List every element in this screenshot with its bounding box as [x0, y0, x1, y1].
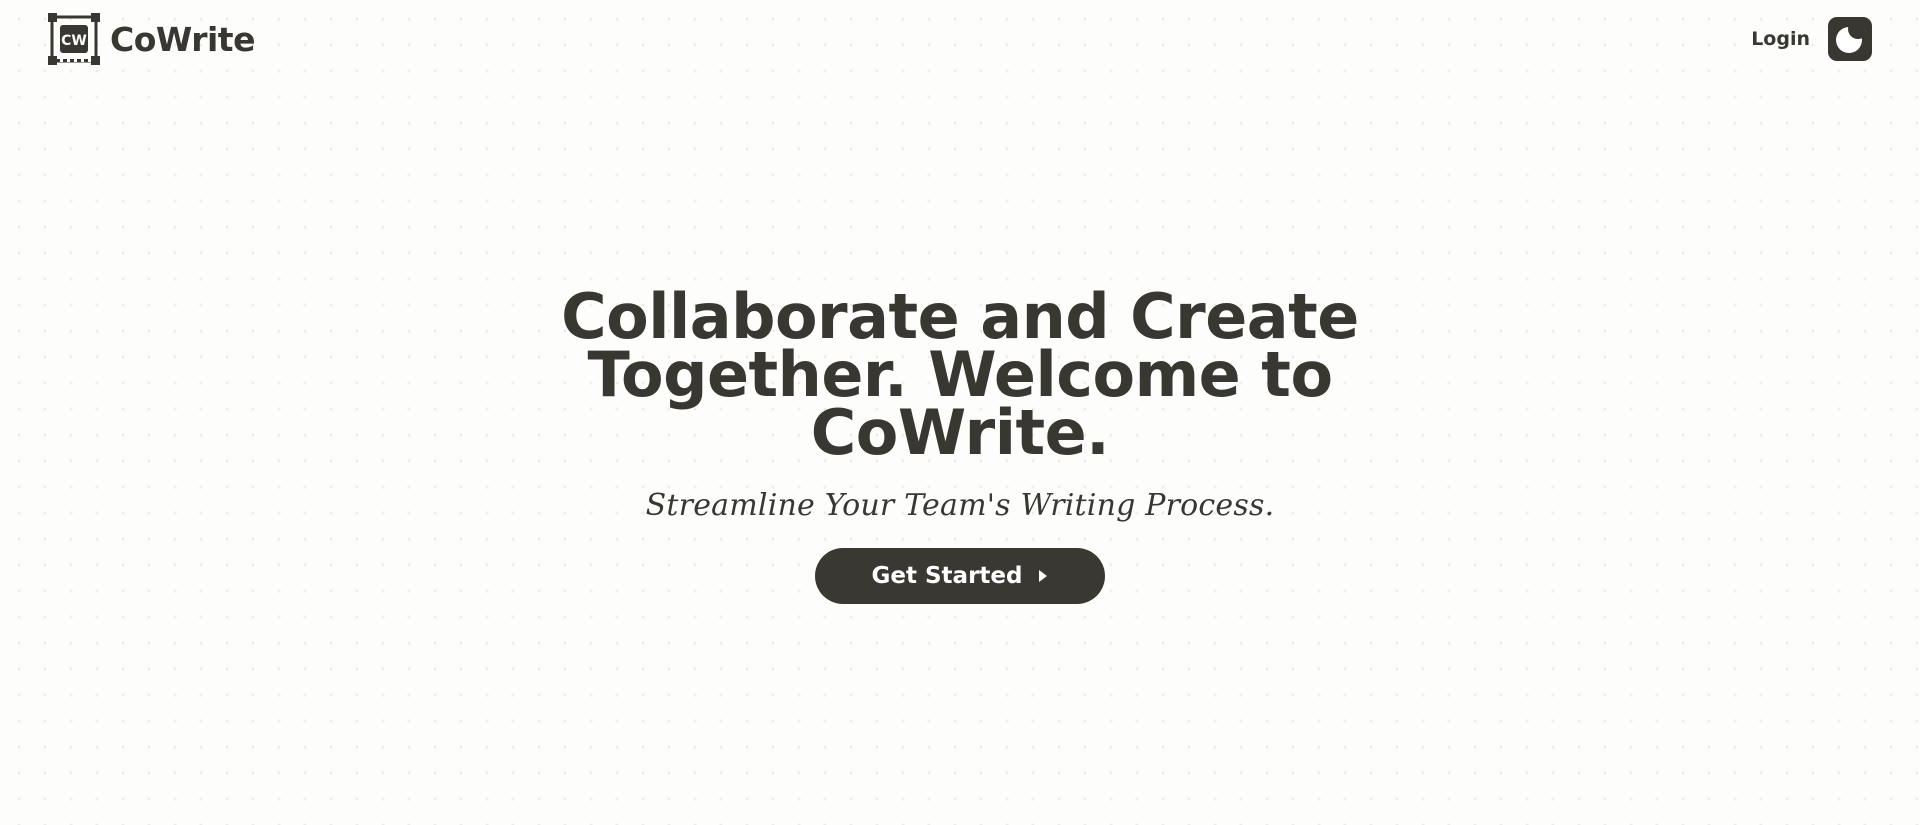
hero-section: Collaborate and Create Together. Welcome… — [0, 286, 1920, 604]
brand-home-link[interactable]: CW CoWrite — [48, 13, 255, 65]
svg-text:CW: CW — [61, 33, 87, 49]
get-started-button[interactable]: Get Started — [815, 548, 1105, 604]
hero-title-line: CoWrite. — [810, 396, 1110, 469]
site-header: CW CoWrite Login — [0, 0, 1920, 80]
brand-name: CoWrite — [110, 19, 255, 59]
header-nav: Login — [1751, 17, 1872, 61]
cowrite-logo-icon: CW — [48, 13, 100, 65]
hero-subtitle: Streamline Your Team's Writing Process. — [645, 488, 1275, 523]
caret-right-icon — [1039, 570, 1048, 582]
get-started-label: Get Started — [871, 563, 1023, 589]
moon-icon — [1836, 23, 1866, 53]
hero-title: Collaborate and Create Together. Welcome… — [470, 286, 1450, 469]
login-link[interactable]: Login — [1751, 28, 1810, 50]
theme-toggle-button[interactable] — [1828, 17, 1872, 61]
